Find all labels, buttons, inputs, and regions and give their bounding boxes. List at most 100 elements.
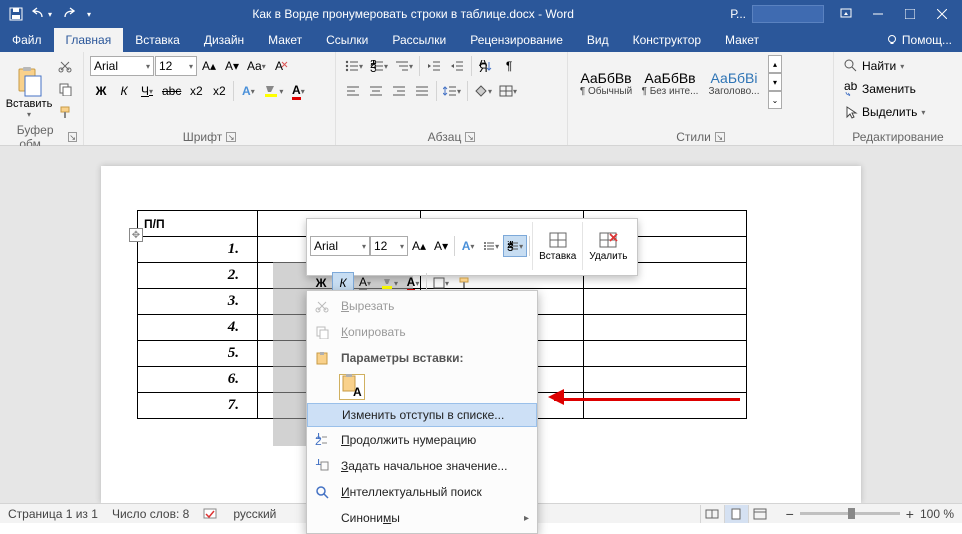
status-word-count[interactable]: Число слов: 8 <box>112 507 189 521</box>
tell-me[interactable]: Помощ... <box>876 28 962 52</box>
tab-file[interactable]: Файл <box>0 28 54 52</box>
align-left-icon[interactable] <box>342 80 364 102</box>
bullets-icon[interactable]: ▾ <box>342 55 366 77</box>
zoom-out[interactable]: − <box>786 506 794 522</box>
underline-button[interactable]: Ч▾ <box>136 80 158 102</box>
table-number-cell[interactable]: 6. <box>138 367 258 393</box>
table-number-cell[interactable]: 1. <box>138 237 258 263</box>
mini-font-size[interactable]: 12▾ <box>370 236 408 256</box>
view-web-layout[interactable] <box>748 505 772 523</box>
mini-delete[interactable]: Удалить <box>582 222 633 270</box>
paste-button[interactable]: Вставить▾ <box>6 55 52 129</box>
status-language[interactable]: русский <box>233 507 276 521</box>
superscript-button[interactable]: x2 <box>208 80 230 102</box>
table-number-cell[interactable]: 7. <box>138 393 258 419</box>
change-case-icon[interactable]: Aa▾ <box>244 55 269 77</box>
zoom-in[interactable]: + <box>906 506 914 522</box>
clear-formatting-icon[interactable]: A <box>270 55 292 77</box>
select-button[interactable]: Выделить▾ <box>840 101 929 123</box>
grow-font-icon[interactable]: A▴ <box>198 55 220 77</box>
ctx-continue-numbering[interactable]: 12Продолжить нумерацию <box>307 427 537 453</box>
ctx-synonyms[interactable]: Синонимы▸ <box>307 505 537 531</box>
status-page[interactable]: Страница 1 из 1 <box>8 507 98 521</box>
format-painter-icon[interactable] <box>54 101 76 123</box>
borders-icon[interactable]: ▾ <box>496 80 520 102</box>
replace-button[interactable]: abЗаменить <box>840 78 929 100</box>
mini-grow-font[interactable]: A▴ <box>408 235 430 257</box>
style-normal[interactable]: АаБбВв¶ Обычный <box>574 55 638 111</box>
mini-font-name[interactable]: Arial▾ <box>310 236 370 256</box>
shrink-font-icon[interactable]: A▾ <box>221 55 243 77</box>
decrease-indent-icon[interactable] <box>423 55 445 77</box>
tab-table-design[interactable]: Конструктор <box>621 28 713 52</box>
ctx-smart-lookup[interactable]: Интеллектуальный поиск <box>307 479 537 505</box>
tab-layout[interactable]: Макет <box>256 28 314 52</box>
ctx-paste-option-keep-text[interactable]: A <box>307 371 537 403</box>
tab-mailings[interactable]: Рассылки <box>380 28 458 52</box>
line-spacing-icon[interactable]: ▾ <box>440 80 464 102</box>
table-header-cell[interactable]: П/П <box>138 211 258 237</box>
style-heading1[interactable]: АаБбВіЗаголово... <box>702 55 766 111</box>
close-button[interactable] <box>926 3 958 25</box>
account-name-box[interactable] <box>752 5 824 23</box>
ctx-adjust-list-indents[interactable]: Изменить отступы в списке... <box>307 403 537 427</box>
justify-icon[interactable] <box>411 80 433 102</box>
view-read-mode[interactable] <box>700 505 724 523</box>
qat-customize-icon[interactable]: ▾ <box>82 3 96 25</box>
align-center-icon[interactable] <box>365 80 387 102</box>
table-number-cell[interactable]: 5. <box>138 341 258 367</box>
table-number-cell[interactable]: 2. <box>138 263 258 289</box>
zoom-level[interactable]: 100 % <box>920 507 954 521</box>
tab-insert[interactable]: Вставка <box>123 28 192 52</box>
tab-home[interactable]: Главная <box>54 28 124 52</box>
strikethrough-button[interactable]: abc <box>159 80 184 102</box>
minimize-button[interactable] <box>862 3 894 25</box>
shading-icon[interactable]: ▾ <box>471 80 495 102</box>
bold-button[interactable]: Ж <box>90 80 112 102</box>
tab-design[interactable]: Дизайн <box>192 28 256 52</box>
view-print-layout[interactable] <box>724 505 748 523</box>
font-color-icon[interactable]: A▾ <box>287 80 309 102</box>
font-dialog-launcher[interactable]: ↘ <box>226 132 236 142</box>
copy-icon[interactable] <box>54 78 76 100</box>
clipboard-dialog-launcher[interactable]: ↘ <box>68 132 77 142</box>
sort-icon[interactable]: AЯ <box>475 55 497 77</box>
numbering-icon[interactable]: 123▾ <box>367 55 391 77</box>
ctx-set-numbering-value[interactable]: 1Задать начальное значение... <box>307 453 537 479</box>
tab-review[interactable]: Рецензирование <box>458 28 575 52</box>
tab-table-layout[interactable]: Макет <box>713 28 771 52</box>
undo-icon[interactable]: ▾ <box>30 3 54 25</box>
table-number-cell[interactable]: 3. <box>138 289 258 315</box>
align-right-icon[interactable] <box>388 80 410 102</box>
text-effects-icon[interactable]: A▾ <box>237 80 259 102</box>
tab-view[interactable]: Вид <box>575 28 621 52</box>
mini-insert[interactable]: Вставка <box>532 222 582 270</box>
zoom-slider[interactable] <box>800 512 900 515</box>
show-marks-icon[interactable]: ¶ <box>498 55 520 77</box>
style-scroll[interactable]: ▴▾⌄ <box>768 55 782 109</box>
mini-shrink-font[interactable]: A▾ <box>430 235 452 257</box>
status-spellcheck-icon[interactable] <box>203 507 219 521</box>
italic-button[interactable]: К <box>113 80 135 102</box>
highlight-icon[interactable]: ▾ <box>260 80 286 102</box>
mini-numbering[interactable]: 123▾ <box>503 235 527 257</box>
ribbon-display-options-icon[interactable] <box>830 3 862 25</box>
redo-icon[interactable] <box>56 3 80 25</box>
mini-text-effects[interactable]: A▾ <box>457 235 479 257</box>
table-move-handle[interactable]: ✥ <box>129 228 143 242</box>
multilevel-list-icon[interactable]: ▾ <box>392 55 416 77</box>
table-number-cell[interactable]: 4. <box>138 315 258 341</box>
styles-dialog-launcher[interactable]: ↘ <box>715 132 725 142</box>
font-size-selector[interactable]: 12▾ <box>155 56 197 76</box>
save-icon[interactable] <box>4 3 28 25</box>
tab-references[interactable]: Ссылки <box>314 28 380 52</box>
subscript-button[interactable]: x2 <box>185 80 207 102</box>
increase-indent-icon[interactable] <box>446 55 468 77</box>
cut-icon[interactable] <box>54 55 76 77</box>
find-button[interactable]: Найти▾ <box>840 55 929 77</box>
paragraph-dialog-launcher[interactable]: ↘ <box>465 132 475 142</box>
mini-bullets[interactable]: ▾ <box>479 235 503 257</box>
maximize-button[interactable] <box>894 3 926 25</box>
style-no-spacing[interactable]: АаБбВв¶ Без инте... <box>638 55 702 111</box>
font-name-selector[interactable]: Arial▾ <box>90 56 154 76</box>
